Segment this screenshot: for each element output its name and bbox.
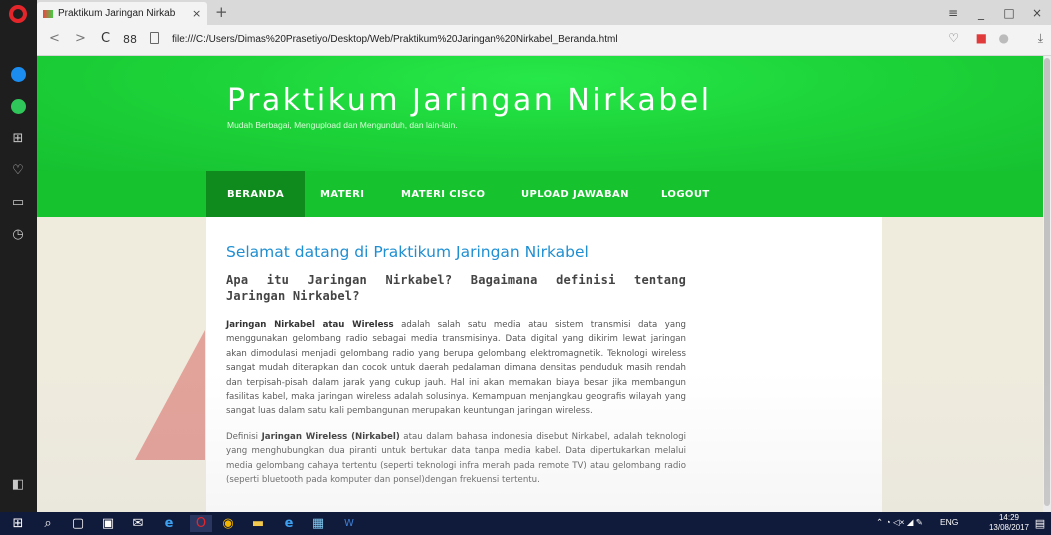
extension-icon[interactable]: ■ (976, 31, 987, 45)
maximize-icon[interactable]: □ (995, 0, 1023, 25)
history-icon[interactable]: ▭ (8, 192, 28, 212)
search-icon[interactable]: ⌕ (40, 515, 56, 532)
opera-sidebar: ⊞ ♡ ▭ ◷ ◧ (0, 0, 37, 512)
messenger-icon[interactable] (8, 64, 28, 84)
scrollbar-thumb[interactable] (1044, 58, 1050, 506)
tab-title: Praktikum Jaringan Nirkab (58, 8, 176, 19)
question-heading: Apa itu Jaringan Nirkabel? Bagaimana def… (226, 273, 686, 303)
site-title: Praktikum Jaringan Nirkabel (227, 83, 712, 118)
vpn-icon[interactable]: ● (999, 31, 1009, 45)
windows-start-icon[interactable]: ⊞ (10, 515, 26, 532)
paragraph-1-bold: Jaringan Nirkabel atau Wireless (226, 320, 394, 330)
minimize-icon[interactable]: _ (967, 0, 995, 25)
download-icon[interactable]: ⤓ (1038, 31, 1043, 46)
favicon-icon (43, 9, 53, 18)
paragraph-1: Jaringan Nirkabel atau Wireless adalah s… (226, 318, 686, 419)
store-icon[interactable]: ▣ (100, 515, 116, 532)
task-view-icon[interactable]: ▢ (70, 515, 86, 532)
paragraph-2-bold: Jaringan Wireless (Nirkabel) (261, 431, 400, 442)
clock-date: 13/08/2017 (988, 523, 1029, 532)
window-controls: ≡ _ □ × (939, 0, 1051, 25)
speed-dial-icon[interactable]: ⊞ (8, 128, 28, 148)
main-content: Selamat datang di Praktikum Jaringan Nir… (206, 217, 882, 512)
bookmarks-heart-icon[interactable]: ♡ (8, 160, 28, 180)
nav-upload-jawaban[interactable]: UPLOAD JAWABAN (521, 171, 629, 217)
edge-icon[interactable]: e (280, 515, 298, 532)
welcome-heading: Selamat datang di Praktikum Jaringan Nir… (226, 243, 589, 261)
app-icon[interactable]: ▦ (310, 515, 326, 532)
watermark-logo-shape (135, 330, 205, 460)
back-icon[interactable]: < (49, 31, 60, 46)
bookmark-heart-icon[interactable]: ♡ (948, 31, 959, 45)
clock-time: 14:29 (998, 513, 1019, 522)
mail-icon[interactable]: ✉ (130, 515, 146, 532)
paragraph-1-text: adalah salah satu media atau sistem tran… (226, 320, 686, 417)
close-window-icon[interactable]: × (1023, 0, 1051, 25)
paragraph-2-start: Definisi (226, 431, 262, 442)
ie-icon[interactable]: e (160, 515, 178, 532)
clock-icon[interactable]: ◷ (8, 224, 28, 244)
page-icon (150, 32, 159, 44)
opera-logo-icon[interactable] (9, 5, 27, 23)
whatsapp-icon[interactable] (8, 96, 28, 116)
address-bar: < > C 88 file:///C:/Users/Dimas%20Praset… (37, 25, 1051, 56)
word-icon[interactable]: W (340, 515, 358, 532)
site-subtitle: Mudah Berbagai, Mengupload dan Mengunduh… (227, 120, 458, 130)
site-nav: BERANDA MATERI MATERI CISCO UPLOAD JAWAB… (37, 171, 1043, 217)
scrollbar[interactable] (1043, 56, 1051, 512)
notifications-icon[interactable]: ▤ (1033, 515, 1047, 532)
forward-icon[interactable]: > (75, 31, 86, 46)
browser-tab[interactable]: Praktikum Jaringan Nirkab × (37, 2, 207, 25)
nav-beranda[interactable]: BERANDA (206, 171, 306, 217)
sidebar-toggle-icon[interactable]: ◧ (8, 474, 28, 494)
system-tray-icons[interactable]: ⌃ ◔ ◁× ◢ ✎ (876, 517, 923, 528)
opera-taskbar-icon[interactable]: O (190, 515, 212, 532)
paragraph-2: Definisi Jaringan Wireless (Nirkabel) at… (226, 430, 686, 488)
site-header: Praktikum Jaringan Nirkabel Mudah Berbag… (37, 56, 1043, 171)
tab-close-icon[interactable]: × (192, 7, 201, 20)
easy-setup-icon[interactable]: ≡ (939, 0, 967, 25)
tab-strip: Praktikum Jaringan Nirkab × + ≡ _ □ × (37, 0, 1051, 25)
reload-icon[interactable]: C (101, 31, 110, 46)
nav-materi[interactable]: MATERI (320, 171, 364, 217)
speed-dial-button[interactable]: 88 (123, 33, 137, 46)
screen: ⊞ ♡ ▭ ◷ ◧ Praktikum Jaringan Nirkab × + … (0, 0, 1051, 535)
nav-logout[interactable]: LOGOUT (661, 171, 710, 217)
taskbar: ⊞ ⌕ ▢ ▣ ✉ e O ◉ ▬ e ▦ W ⌃ ◔ ◁× ◢ ✎ ENG 1… (0, 512, 1051, 535)
taskbar-clock[interactable]: 14:29 13/08/2017 (989, 513, 1029, 533)
chrome-icon[interactable]: ◉ (220, 515, 236, 532)
url-input[interactable]: file:///C:/Users/Dimas%20Prasetiyo/Deskt… (172, 34, 618, 45)
nav-materi-cisco[interactable]: MATERI CISCO (401, 171, 485, 217)
language-indicator[interactable]: ENG (940, 517, 958, 527)
file-explorer-icon[interactable]: ▬ (250, 515, 266, 532)
new-tab-button[interactable]: + (215, 3, 228, 21)
